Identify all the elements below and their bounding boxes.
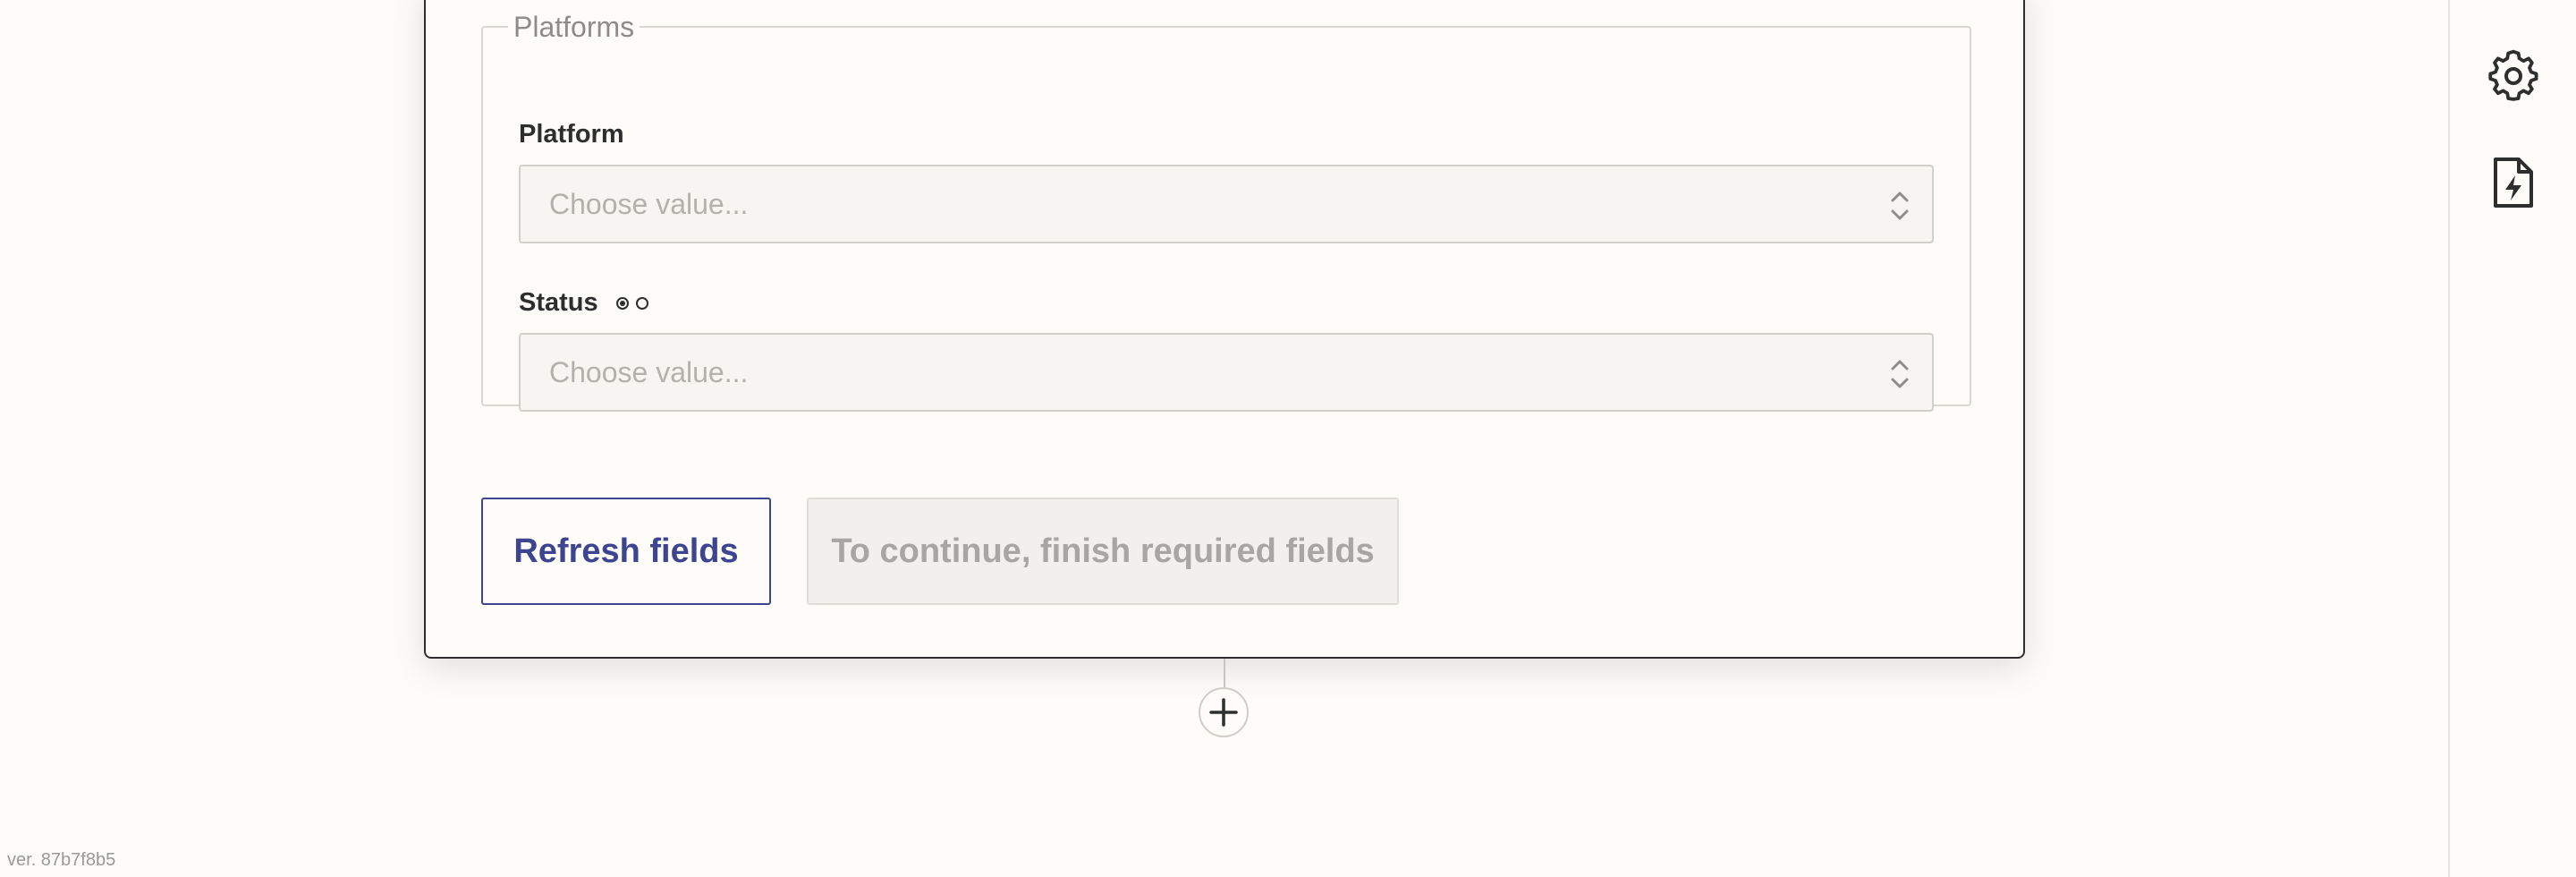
platforms-fieldset: Platforms Platform Choose value... Statu… xyxy=(481,11,1971,412)
status-select[interactable]: Choose value... xyxy=(519,333,1934,412)
status-select-placeholder: Choose value... xyxy=(549,356,749,388)
chevron-up-down-icon xyxy=(1891,192,1909,220)
radio-selected-icon[interactable] xyxy=(615,296,629,310)
radio-empty-icon[interactable] xyxy=(635,296,648,310)
platform-label: Platform xyxy=(519,120,624,149)
refresh-fields-button[interactable]: Refresh fields xyxy=(481,498,771,605)
platform-label-text: Platform xyxy=(519,120,624,149)
editor-canvas: Platforms Platform Choose value... Statu… xyxy=(0,0,2448,877)
status-label: Status xyxy=(519,288,648,318)
chevron-up-down-icon xyxy=(1891,360,1909,388)
settings-button[interactable] xyxy=(2485,47,2542,104)
version-label: ver. 87b7f8b5 xyxy=(7,850,116,870)
continue-button: To continue, finish required fields xyxy=(807,498,1399,605)
bolt-file-icon xyxy=(2493,158,2533,208)
fieldset-legend: Platforms xyxy=(513,11,635,43)
bolt-file-button[interactable] xyxy=(2485,154,2542,211)
plus-icon xyxy=(1209,698,1238,727)
add-step-button[interactable] xyxy=(1199,687,1249,737)
right-sidebar xyxy=(2448,0,2576,877)
platform-select[interactable]: Choose value... xyxy=(519,165,1934,243)
platform-select-placeholder: Choose value... xyxy=(549,188,749,220)
step-connector xyxy=(1224,659,1225,691)
dynamic-field-toggle[interactable] xyxy=(615,296,648,310)
status-label-text: Status xyxy=(519,288,598,317)
step-card: Platforms Platform Choose value... Statu… xyxy=(424,0,2025,659)
gear-icon xyxy=(2487,49,2538,101)
